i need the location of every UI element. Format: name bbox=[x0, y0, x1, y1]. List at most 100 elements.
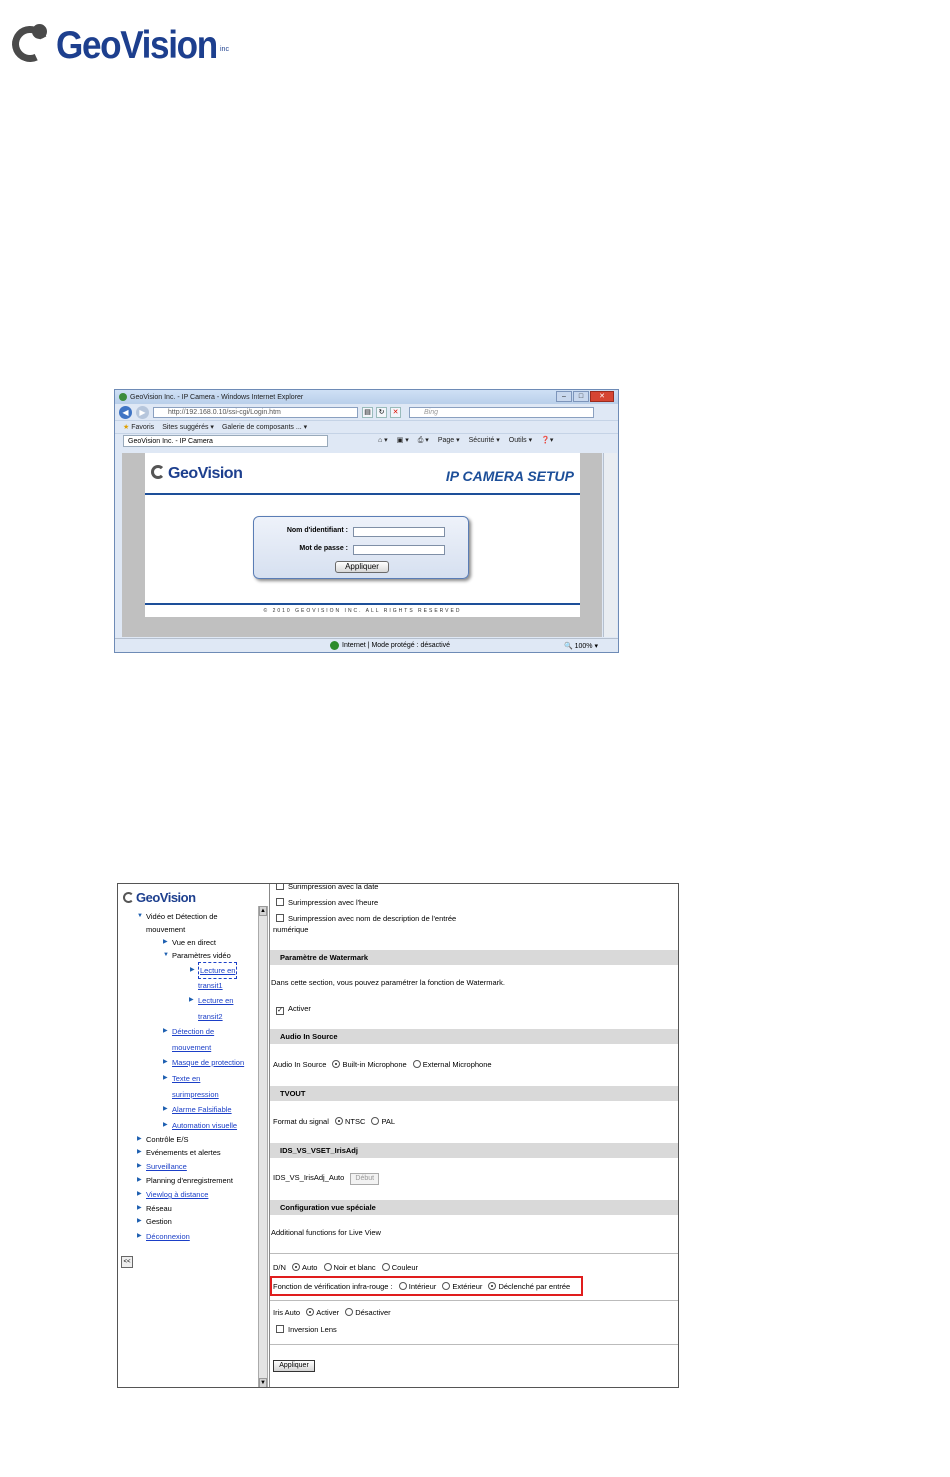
radio-selected[interactable] bbox=[334, 1117, 343, 1125]
lens-reverse-option[interactable]: Inversion Lens bbox=[276, 1325, 337, 1334]
nav-stream2-cont[interactable]: transit2 bbox=[198, 1009, 223, 1024]
radio[interactable] bbox=[442, 1282, 451, 1290]
password-input[interactable] bbox=[353, 545, 445, 555]
divider bbox=[270, 1344, 678, 1345]
nav-monitoring[interactable]: ▶ Surveillance bbox=[137, 1159, 187, 1174]
config-scrollbar[interactable]: ▲ ▼ bbox=[258, 906, 268, 1387]
ir-trigger-label: Déclenché par entrée bbox=[498, 1282, 571, 1291]
checkbox[interactable] bbox=[276, 884, 284, 890]
username-input[interactable] bbox=[353, 527, 445, 537]
close-button[interactable]: ✕ bbox=[590, 391, 614, 402]
gallery-link[interactable]: Galerie de composants ... ▾ bbox=[222, 423, 307, 431]
star-icon: ★ bbox=[123, 424, 130, 431]
back-icon[interactable]: ◀ bbox=[119, 405, 132, 419]
search-field[interactable]: Bing bbox=[409, 406, 594, 418]
signal-format-row: Format du signal NTSC PAL bbox=[273, 1117, 395, 1126]
radio[interactable] bbox=[381, 1263, 390, 1271]
window-title: GeoVision Inc. - IP Camera - Windows Int… bbox=[130, 393, 304, 401]
favorites-label: Favoris bbox=[131, 424, 155, 431]
forward-icon[interactable]: ▶ bbox=[136, 405, 149, 419]
nav-stream1[interactable]: ▶ Lecture en bbox=[190, 962, 238, 979]
home-icon[interactable]: ⌂ ▾ bbox=[378, 436, 388, 445]
checkbox[interactable] bbox=[276, 1325, 284, 1333]
day-night-row: D/N Auto Noir et blanc Couleur bbox=[273, 1263, 418, 1272]
checkbox-checked[interactable]: ✓ bbox=[276, 1007, 284, 1015]
browser-tab[interactable]: GeoVision Inc. - IP Camera bbox=[123, 434, 328, 447]
nav-motion-detection-cont[interactable]: mouvement bbox=[172, 1040, 211, 1055]
radio-selected[interactable] bbox=[332, 1060, 341, 1068]
external-mic-label: External Microphone bbox=[422, 1060, 492, 1069]
zoom-level[interactable]: 🔍 100% ▾ bbox=[564, 642, 598, 650]
nav-logout[interactable]: ▶ Déconnexion bbox=[137, 1229, 190, 1244]
url-field[interactable]: http://192.168.0.10/ssi-cgi/Login.htm bbox=[153, 406, 358, 418]
iris-section-header: IDS_VS_VSET_IrisAdj bbox=[270, 1143, 678, 1158]
nav-tampering[interactable]: ▶ Alarme Falsifiable bbox=[163, 1102, 232, 1117]
camera-logo: GeoVision bbox=[151, 465, 243, 483]
suggested-sites-link[interactable]: Sites suggérés ▾ bbox=[162, 423, 214, 431]
scroll-down-icon[interactable]: ▼ bbox=[259, 1378, 267, 1387]
feeds-icon[interactable]: ▣ ▾ bbox=[397, 436, 409, 445]
nav-events[interactable]: ▶ Evénements et alertes bbox=[137, 1145, 221, 1160]
overlay-time-option[interactable]: Surimpression avec l'heure bbox=[276, 898, 378, 907]
overlay-name-option[interactable]: Surimpression avec nom de description de… bbox=[276, 914, 456, 923]
collapsed-triangle-icon: ▶ bbox=[137, 1218, 142, 1224]
tools-menu[interactable]: Outils ▾ bbox=[509, 436, 532, 445]
radio-selected[interactable] bbox=[292, 1263, 301, 1271]
minimize-button[interactable]: – bbox=[556, 391, 572, 402]
nav-label: Vue en direct bbox=[172, 938, 216, 947]
nav-label: Alarme Falsifiable bbox=[172, 1105, 232, 1114]
builtin-mic-label: Built-in Microphone bbox=[342, 1060, 407, 1069]
nav-privacy-mask[interactable]: ▶ Masque de protection bbox=[163, 1055, 244, 1070]
iris-off-label: Désactiver bbox=[355, 1308, 391, 1317]
vertical-scrollbar[interactable] bbox=[603, 453, 617, 637]
stop-icon[interactable]: ✕ bbox=[390, 406, 401, 418]
help-menu[interactable]: ❓▾ bbox=[541, 436, 553, 445]
config-logo-text: GeoVision bbox=[136, 890, 196, 905]
apply-button[interactable]: Appliquer bbox=[273, 1360, 315, 1372]
iris-start-button[interactable]: Début bbox=[350, 1173, 380, 1185]
refresh-icon[interactable]: ↻ bbox=[376, 406, 387, 418]
nav-label: Gestion bbox=[146, 1217, 172, 1226]
nav-motion-detection[interactable]: ▶ Détection de bbox=[163, 1024, 214, 1039]
special-view-section-header: Configuration vue spéciale bbox=[270, 1200, 678, 1215]
radio[interactable] bbox=[323, 1263, 332, 1271]
scroll-up-icon[interactable]: ▲ bbox=[259, 906, 267, 916]
radio-selected[interactable] bbox=[488, 1282, 497, 1290]
nav-management[interactable]: ▶ Gestion bbox=[137, 1214, 172, 1229]
pal-label: PAL bbox=[381, 1117, 396, 1126]
compat-icon[interactable]: ▤ bbox=[362, 406, 373, 418]
nav-video-settings[interactable]: ▼ Paramètres vidéo bbox=[163, 948, 231, 963]
nav-recording-schedule[interactable]: ▶ Planning d'enregistrement bbox=[137, 1173, 233, 1188]
nav-text-overlay[interactable]: ▶ Texte en bbox=[163, 1071, 200, 1086]
nav-visual-automation[interactable]: ▶ Automation visuelle bbox=[163, 1118, 237, 1133]
collapse-sidebar-button[interactable]: << bbox=[121, 1256, 133, 1268]
radio[interactable] bbox=[345, 1308, 354, 1316]
checkbox[interactable] bbox=[276, 914, 284, 922]
watermark-description: Dans cette section, vous pouvez paramétr… bbox=[271, 978, 505, 987]
radio[interactable] bbox=[412, 1060, 421, 1068]
overlay-date-option[interactable]: Surimpression avec la date bbox=[276, 884, 378, 891]
nav-stream1-cont[interactable]: transit1 bbox=[198, 978, 223, 993]
tab-row: GeoVision Inc. - IP Camera ⌂ ▾ ▣ ▾ ⎙ ▾ P… bbox=[115, 433, 618, 447]
collapsed-triangle-icon: ▶ bbox=[163, 1059, 168, 1065]
zoom-value: 100% bbox=[574, 642, 593, 650]
login-apply-button[interactable]: Appliquer bbox=[335, 561, 389, 573]
maximize-button[interactable]: □ bbox=[573, 391, 589, 402]
radio-selected[interactable] bbox=[306, 1308, 315, 1316]
radio[interactable] bbox=[398, 1282, 407, 1290]
page-menu[interactable]: Page ▾ bbox=[438, 436, 460, 445]
dn-auto-label: Auto bbox=[302, 1263, 318, 1272]
nav-remote-viewlog[interactable]: ▶ Viewlog à distance bbox=[137, 1187, 208, 1202]
collapsed-triangle-icon: ▶ bbox=[137, 1191, 142, 1197]
overlay-name-label-cont: numérique bbox=[273, 925, 309, 934]
watermark-enable-option[interactable]: ✓ Activer bbox=[276, 1004, 311, 1015]
security-menu[interactable]: Sécurité ▾ bbox=[469, 436, 500, 445]
logo-text: GeoVision bbox=[56, 24, 218, 67]
favorites-button[interactable]: ★ Favoris bbox=[123, 423, 154, 431]
checkbox[interactable] bbox=[276, 898, 284, 906]
nav-stream2[interactable]: ▶ Lecture en bbox=[189, 993, 233, 1008]
collapsed-triangle-icon: ▶ bbox=[163, 1028, 168, 1034]
radio[interactable] bbox=[371, 1117, 380, 1125]
nav-text-overlay-cont[interactable]: surimpression bbox=[172, 1087, 219, 1102]
print-icon[interactable]: ⎙ ▾ bbox=[418, 436, 429, 445]
